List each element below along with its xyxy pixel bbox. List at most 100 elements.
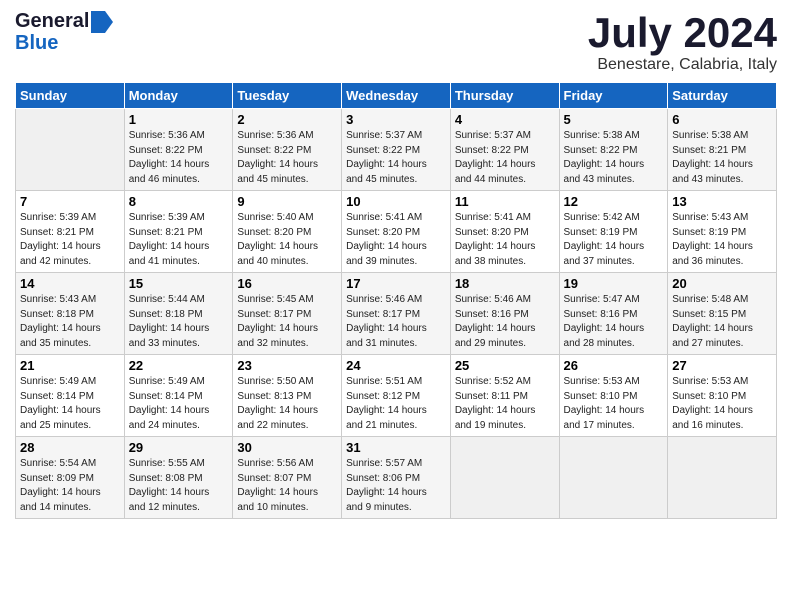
day-info: Sunrise: 5:41 AM Sunset: 8:20 PM Dayligh… — [455, 211, 555, 269]
day-number: 1 — [129, 112, 229, 127]
day-number: 4 — [455, 112, 555, 127]
day-number: 6 — [672, 112, 772, 127]
month-title: July 2024 — [588, 10, 777, 56]
day-number: 16 — [237, 276, 337, 291]
calendar-cell: 2 Sunrise: 5:36 AM Sunset: 8:22 PM Daylig… — [233, 109, 342, 191]
day-info: Sunrise: 5:46 AM Sunset: 8:16 PM Dayligh… — [455, 293, 555, 351]
calendar-week-2: 7 Sunrise: 5:39 AM Sunset: 8:21 PM Daylig… — [16, 191, 777, 273]
day-info: Sunrise: 5:46 AM Sunset: 8:17 PM Dayligh… — [346, 293, 446, 351]
calendar-cell: 30 Sunrise: 5:56 AM Sunset: 8:07 PM Dayli… — [233, 437, 342, 519]
day-info: Sunrise: 5:49 AM Sunset: 8:14 PM Dayligh… — [20, 375, 120, 433]
weekday-header-wednesday: Wednesday — [342, 83, 451, 109]
day-info: Sunrise: 5:55 AM Sunset: 8:08 PM Dayligh… — [129, 457, 229, 515]
logo-line1: General — [15, 10, 113, 33]
day-number: 30 — [237, 440, 337, 455]
day-info: Sunrise: 5:51 AM Sunset: 8:12 PM Dayligh… — [346, 375, 446, 433]
calendar-cell: 11 Sunrise: 5:41 AM Sunset: 8:20 PM Dayli… — [450, 191, 559, 273]
title-block: July 2024 Benestare, Calabria, Italy — [588, 10, 777, 74]
calendar-cell: 3 Sunrise: 5:37 AM Sunset: 8:22 PM Daylig… — [342, 109, 451, 191]
calendar-cell: 6Sunrise: 5:38 AM Sunset: 8:21 PM Daylig… — [668, 109, 777, 191]
calendar-cell: 4 Sunrise: 5:37 AM Sunset: 8:22 PM Daylig… — [450, 109, 559, 191]
day-number: 3 — [346, 112, 446, 127]
day-info: Sunrise: 5:39 AM Sunset: 8:21 PM Dayligh… — [129, 211, 229, 269]
calendar-table: SundayMondayTuesdayWednesdayThursdayFrid… — [15, 82, 777, 519]
day-info: Sunrise: 5:54 AM Sunset: 8:09 PM Dayligh… — [20, 457, 120, 515]
day-info: Sunrise: 5:41 AM Sunset: 8:20 PM Dayligh… — [346, 211, 446, 269]
day-number: 12 — [564, 194, 664, 209]
logo-blue-text: Blue — [15, 33, 58, 53]
calendar-cell: 15 Sunrise: 5:44 AM Sunset: 8:18 PM Dayli… — [124, 273, 233, 355]
day-number: 11 — [455, 194, 555, 209]
day-info: Sunrise: 5:44 AM Sunset: 8:18 PM Dayligh… — [129, 293, 229, 351]
day-number: 25 — [455, 358, 555, 373]
calendar-cell: 10 Sunrise: 5:41 AM Sunset: 8:20 PM Dayli… — [342, 191, 451, 273]
day-number: 23 — [237, 358, 337, 373]
day-info: Sunrise: 5:37 AM Sunset: 8:22 PM Dayligh… — [346, 129, 446, 187]
day-info: Sunrise: 5:50 AM Sunset: 8:13 PM Dayligh… — [237, 375, 337, 433]
calendar-cell: 22Sunrise: 5:49 AM Sunset: 8:14 PM Dayli… — [124, 355, 233, 437]
calendar-week-3: 14Sunrise: 5:43 AM Sunset: 8:18 PM Dayli… — [16, 273, 777, 355]
day-number: 29 — [129, 440, 229, 455]
calendar-cell: 9 Sunrise: 5:40 AM Sunset: 8:20 PM Daylig… — [233, 191, 342, 273]
weekday-header-friday: Friday — [559, 83, 668, 109]
calendar-cell: 21Sunrise: 5:49 AM Sunset: 8:14 PM Dayli… — [16, 355, 125, 437]
day-info: Sunrise: 5:40 AM Sunset: 8:20 PM Dayligh… — [237, 211, 337, 269]
day-info: Sunrise: 5:45 AM Sunset: 8:17 PM Dayligh… — [237, 293, 337, 351]
calendar-cell: 24 Sunrise: 5:51 AM Sunset: 8:12 PM Dayli… — [342, 355, 451, 437]
calendar-cell: 12 Sunrise: 5:42 AM Sunset: 8:19 PM Dayli… — [559, 191, 668, 273]
weekday-header-monday: Monday — [124, 83, 233, 109]
location: Benestare, Calabria, Italy — [588, 56, 777, 74]
day-number: 27 — [672, 358, 772, 373]
day-number: 2 — [237, 112, 337, 127]
calendar-cell: 25 Sunrise: 5:52 AM Sunset: 8:11 PM Dayli… — [450, 355, 559, 437]
day-number: 8 — [129, 194, 229, 209]
day-number: 9 — [237, 194, 337, 209]
day-number: 15 — [129, 276, 229, 291]
day-number: 24 — [346, 358, 446, 373]
calendar-cell: 18 Sunrise: 5:46 AM Sunset: 8:16 PM Dayli… — [450, 273, 559, 355]
header: General Blue July 2024 Benestare, Calabr… — [15, 10, 777, 74]
day-info: Sunrise: 5:52 AM Sunset: 8:11 PM Dayligh… — [455, 375, 555, 433]
logo: General Blue — [15, 10, 113, 53]
weekday-header-tuesday: Tuesday — [233, 83, 342, 109]
weekday-header-sunday: Sunday — [16, 83, 125, 109]
day-info: Sunrise: 5:56 AM Sunset: 8:07 PM Dayligh… — [237, 457, 337, 515]
day-info: Sunrise: 5:48 AM Sunset: 8:15 PM Dayligh… — [672, 293, 772, 351]
day-info: Sunrise: 5:57 AM Sunset: 8:06 PM Dayligh… — [346, 457, 446, 515]
day-info: Sunrise: 5:43 AM Sunset: 8:18 PM Dayligh… — [20, 293, 120, 351]
page-container: General Blue July 2024 Benestare, Calabr… — [0, 0, 792, 529]
calendar-week-4: 21Sunrise: 5:49 AM Sunset: 8:14 PM Dayli… — [16, 355, 777, 437]
day-number: 17 — [346, 276, 446, 291]
calendar-cell: 20 Sunrise: 5:48 AM Sunset: 8:15 PM Dayli… — [668, 273, 777, 355]
day-number: 20 — [672, 276, 772, 291]
day-number: 13 — [672, 194, 772, 209]
weekday-header-saturday: Saturday — [668, 83, 777, 109]
calendar-cell: 14Sunrise: 5:43 AM Sunset: 8:18 PM Dayli… — [16, 273, 125, 355]
day-info: Sunrise: 5:39 AM Sunset: 8:21 PM Dayligh… — [20, 211, 120, 269]
day-number: 19 — [564, 276, 664, 291]
day-info: Sunrise: 5:43 AM Sunset: 8:19 PM Dayligh… — [672, 211, 772, 269]
weekday-header-thursday: Thursday — [450, 83, 559, 109]
calendar-cell: 23 Sunrise: 5:50 AM Sunset: 8:13 PM Dayli… — [233, 355, 342, 437]
day-info: Sunrise: 5:37 AM Sunset: 8:22 PM Dayligh… — [455, 129, 555, 187]
calendar-cell: 8 Sunrise: 5:39 AM Sunset: 8:21 PM Daylig… — [124, 191, 233, 273]
calendar-week-5: 28 Sunrise: 5:54 AM Sunset: 8:09 PM Dayli… — [16, 437, 777, 519]
day-number: 22 — [129, 358, 229, 373]
calendar-cell — [668, 437, 777, 519]
day-number: 18 — [455, 276, 555, 291]
calendar-cell: 27 Sunrise: 5:53 AM Sunset: 8:10 PM Dayli… — [668, 355, 777, 437]
calendar-cell: 7 Sunrise: 5:39 AM Sunset: 8:21 PM Daylig… — [16, 191, 125, 273]
day-number: 28 — [20, 440, 120, 455]
calendar-cell: 28 Sunrise: 5:54 AM Sunset: 8:09 PM Dayli… — [16, 437, 125, 519]
day-info: Sunrise: 5:42 AM Sunset: 8:19 PM Dayligh… — [564, 211, 664, 269]
day-info: Sunrise: 5:53 AM Sunset: 8:10 PM Dayligh… — [564, 375, 664, 433]
day-info: Sunrise: 5:53 AM Sunset: 8:10 PM Dayligh… — [672, 375, 772, 433]
day-number: 7 — [20, 194, 120, 209]
calendar-cell — [559, 437, 668, 519]
logo-icon — [91, 11, 113, 33]
calendar-cell — [450, 437, 559, 519]
day-info: Sunrise: 5:36 AM Sunset: 8:22 PM Dayligh… — [237, 129, 337, 187]
day-number: 10 — [346, 194, 446, 209]
calendar-cell: 17 Sunrise: 5:46 AM Sunset: 8:17 PM Dayli… — [342, 273, 451, 355]
calendar-cell: 1Sunrise: 5:36 AM Sunset: 8:22 PM Daylig… — [124, 109, 233, 191]
